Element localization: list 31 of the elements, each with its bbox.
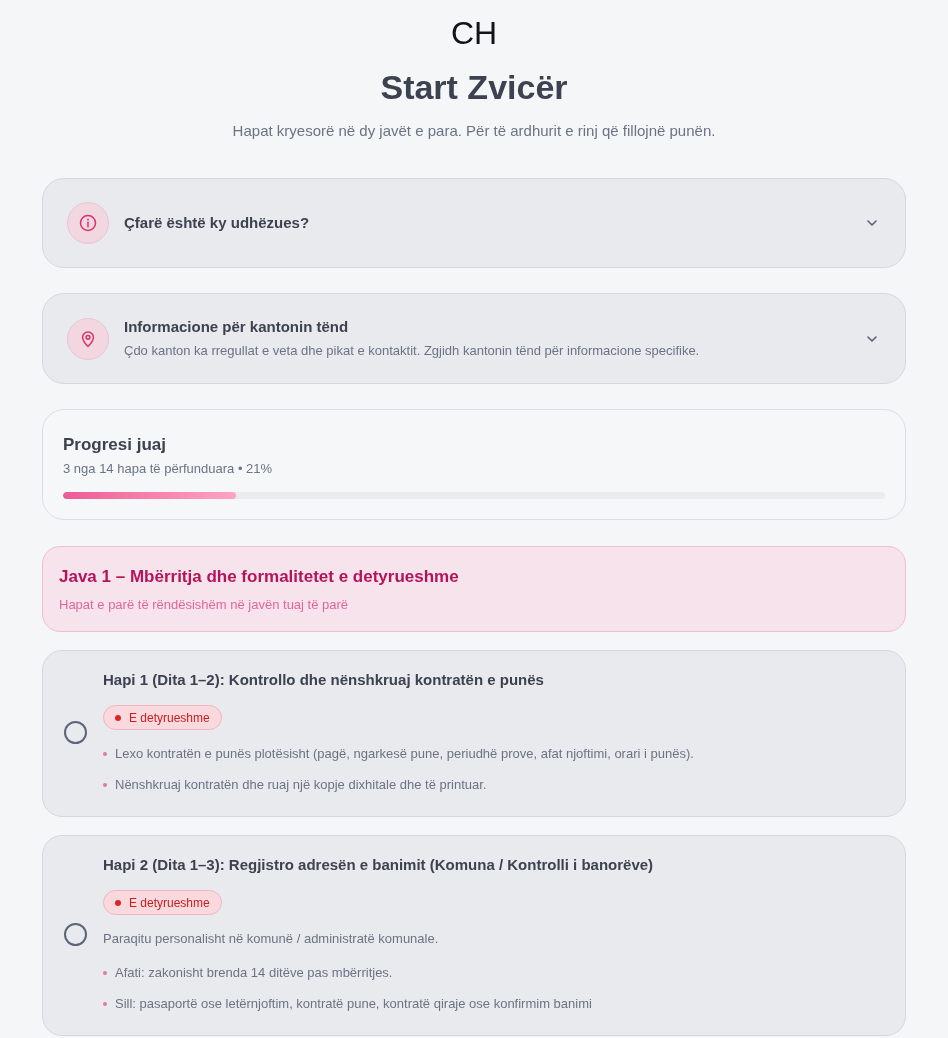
panel-title: Informacione për kantonin tënd [124,317,350,337]
bullet-icon [103,752,107,756]
bullet-text: Nënshkruaj kontratën dhe ruaj një kopje dixhitale dhe të printuar. [115,776,487,794]
progress-title: Progresi juaj [63,434,167,456]
map-pin-icon [67,317,109,360]
week-subtitle: Hapat e parë të rëndësishëm në javën tuaj të parë [59,596,350,614]
badge-label: E detyrueshme [129,894,210,911]
bullet-icon [103,1002,107,1006]
step-checkbox[interactable] [64,922,87,946]
page-subtitle: Hapat kryesorë në dy javët e para. Për të ardhurit e rinj që fillojnë punën. [232,121,716,141]
bullet-icon [103,971,107,975]
bullet-text: Lexo kontratën e punës plotësisht (pagë, ngarkesë pune, periudhë prove, afat njoftimi, orari i punës). [115,745,694,763]
panel-description: Çdo kanton ka rregullat e veta dhe pikat e kontaktit. Zgjidh kantonin tënd për informacione specifike. [124,342,701,360]
brand-logo: CH [450,14,498,52]
week-title: Java 1 – Mbërritja dhe formalitetet e detyrueshme [59,566,460,588]
progress-summary: 3 nga 14 hapa të përfunduara • 21% [63,460,274,478]
status-dot-icon [115,714,121,721]
badge-label: E detyrueshme [129,709,210,726]
accordion-panel[interactable]: Informacione për kantonin tënd Çdo kanton ka rregullat e veta dhe pikat e kontaktit. Zgjidh kantonin tënd për informacione specifike. [42,293,906,384]
panel-title: Çfarë është ky udhëzues? [124,213,311,233]
info-icon [67,202,109,244]
status-dot-icon [115,899,121,906]
step-description: Paraqitu personalisht në komunë / administratë komunale. [103,930,439,948]
bullet-text: Sill: pasaportë ose letërnjoftim, kontratë pune, kontratë qiraje ose konfirmim banimi [115,995,592,1013]
page-title: Start Zvicër [380,67,568,108]
bullet-icon [103,783,107,787]
bullet-text: Afati: zakonisht brenda 14 ditëve pas mbërritjes. [115,964,393,982]
step-title: Hapi 1 (Dita 1–2): Kontrollo dhe nënshkruaj kontratën e punës [103,670,544,690]
step-title: Hapi 2 (Dita 1–3): Regjistro adresën e banimit (Komuna / Kontrolli i banorëve) [103,855,654,875]
step-checkbox[interactable] [64,720,87,744]
accordion-panel[interactable]: Çfarë është ky udhëzues? [42,178,906,268]
